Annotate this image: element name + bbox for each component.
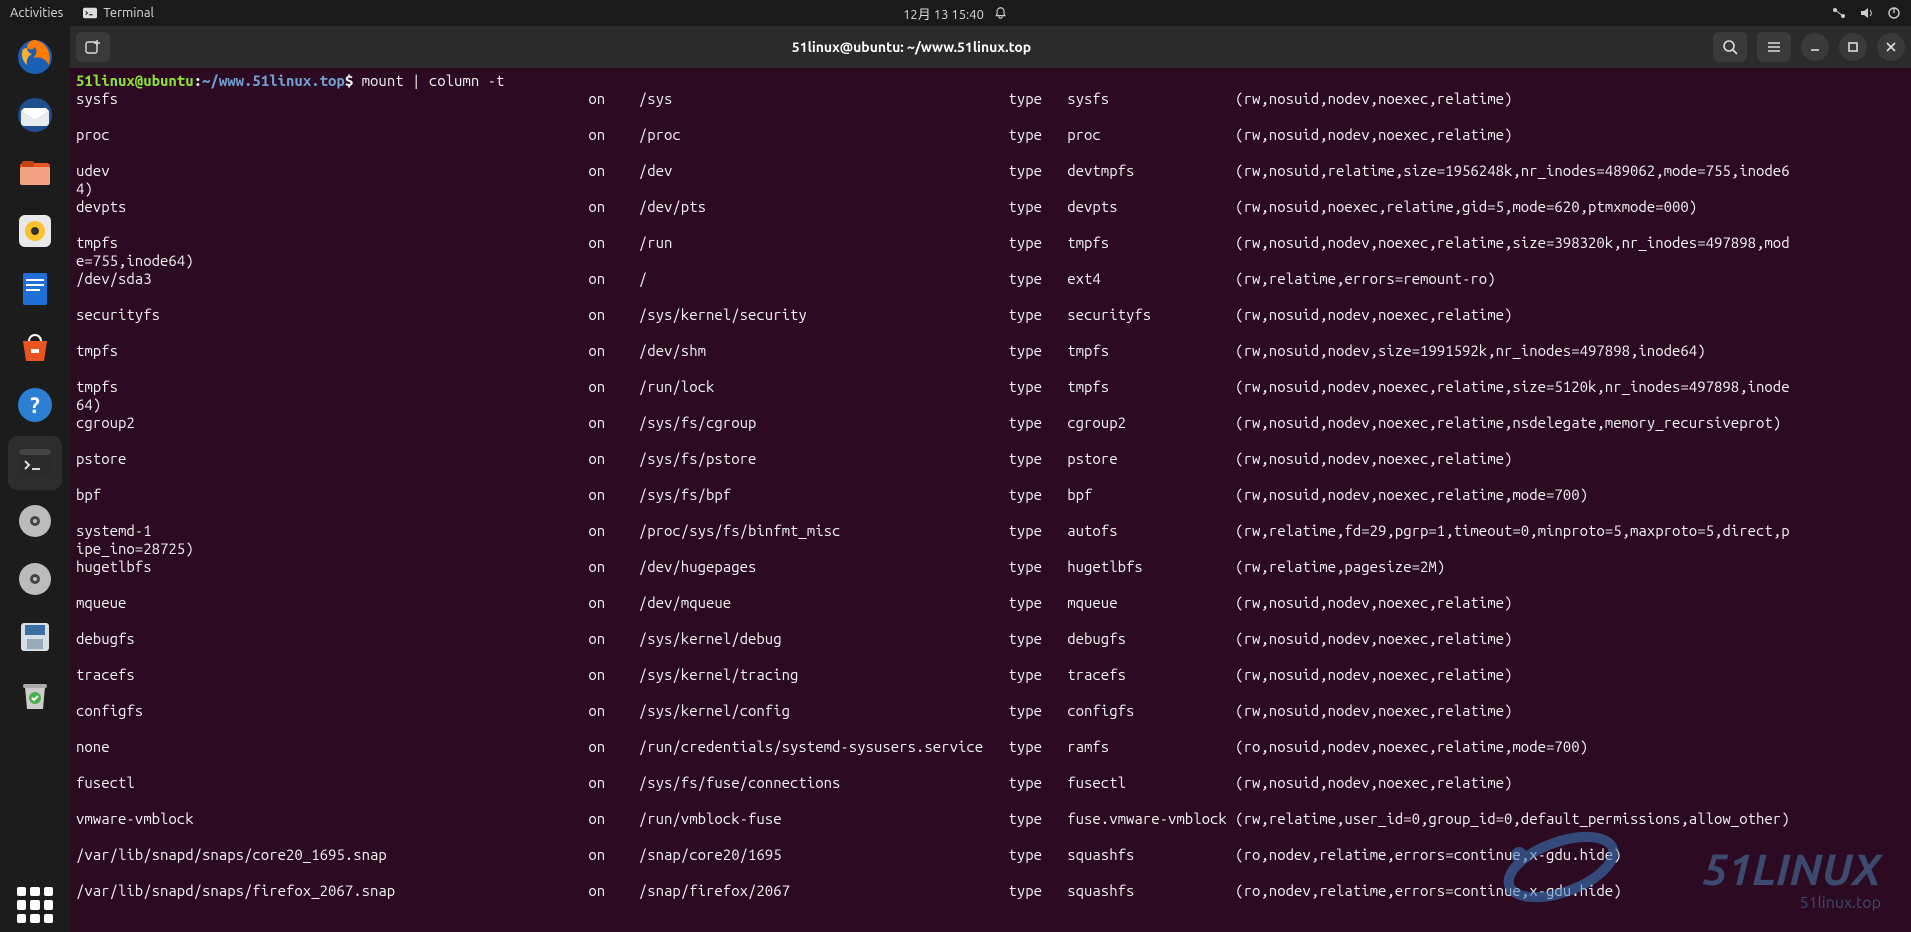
dock-disc2[interactable] bbox=[8, 552, 62, 606]
titlebar: 51linux@ubuntu: ~/www.51linux.top bbox=[70, 26, 1911, 68]
dock-help[interactable]: ? bbox=[8, 378, 62, 432]
activities-button[interactable]: Activities bbox=[10, 6, 63, 20]
network-icon[interactable] bbox=[1831, 6, 1847, 20]
dock-rhythmbox[interactable] bbox=[8, 204, 62, 258]
search-icon bbox=[1722, 39, 1738, 55]
maximize-icon bbox=[1847, 41, 1859, 53]
notification-bell-icon[interactable] bbox=[994, 6, 1008, 20]
new-tab-button[interactable] bbox=[76, 32, 110, 62]
dock-firefox[interactable] bbox=[8, 30, 62, 84]
dock-save[interactable] bbox=[8, 610, 62, 664]
search-button[interactable] bbox=[1713, 32, 1747, 62]
dock-disc1[interactable] bbox=[8, 494, 62, 548]
terminal-window: 51linux@ubuntu: ~/www.51linux.top 51linu… bbox=[70, 26, 1911, 932]
dock-trash[interactable] bbox=[8, 668, 62, 722]
dock: ? bbox=[0, 26, 70, 932]
maximize-button[interactable] bbox=[1839, 33, 1867, 61]
terminal-icon bbox=[83, 6, 97, 20]
close-button[interactable] bbox=[1877, 33, 1905, 61]
power-icon[interactable] bbox=[1887, 6, 1901, 20]
minimize-button[interactable] bbox=[1801, 33, 1829, 61]
svg-text:?: ? bbox=[30, 393, 40, 418]
dock-files[interactable] bbox=[8, 146, 62, 200]
clock[interactable]: 12月 13 15:40 bbox=[903, 4, 984, 23]
dock-terminal[interactable] bbox=[8, 436, 62, 490]
window-title: 51linux@ubuntu: ~/www.51linux.top bbox=[116, 39, 1707, 55]
gnome-topbar: Activities Terminal 12月 13 15:40 bbox=[0, 0, 1911, 26]
terminal-output[interactable]: 51linux@ubuntu:~/www.51linux.top$ mount … bbox=[70, 68, 1911, 932]
volume-icon[interactable] bbox=[1859, 6, 1875, 20]
new-tab-icon bbox=[85, 39, 101, 55]
dock-thunderbird[interactable] bbox=[8, 88, 62, 142]
minimize-icon bbox=[1809, 41, 1821, 53]
dock-show-apps[interactable] bbox=[8, 878, 62, 932]
hamburger-button[interactable] bbox=[1757, 32, 1791, 62]
close-icon bbox=[1885, 41, 1897, 53]
active-app[interactable]: Terminal bbox=[83, 6, 154, 20]
dock-writer[interactable] bbox=[8, 262, 62, 316]
hamburger-icon bbox=[1766, 39, 1782, 55]
dock-software[interactable] bbox=[8, 320, 62, 374]
